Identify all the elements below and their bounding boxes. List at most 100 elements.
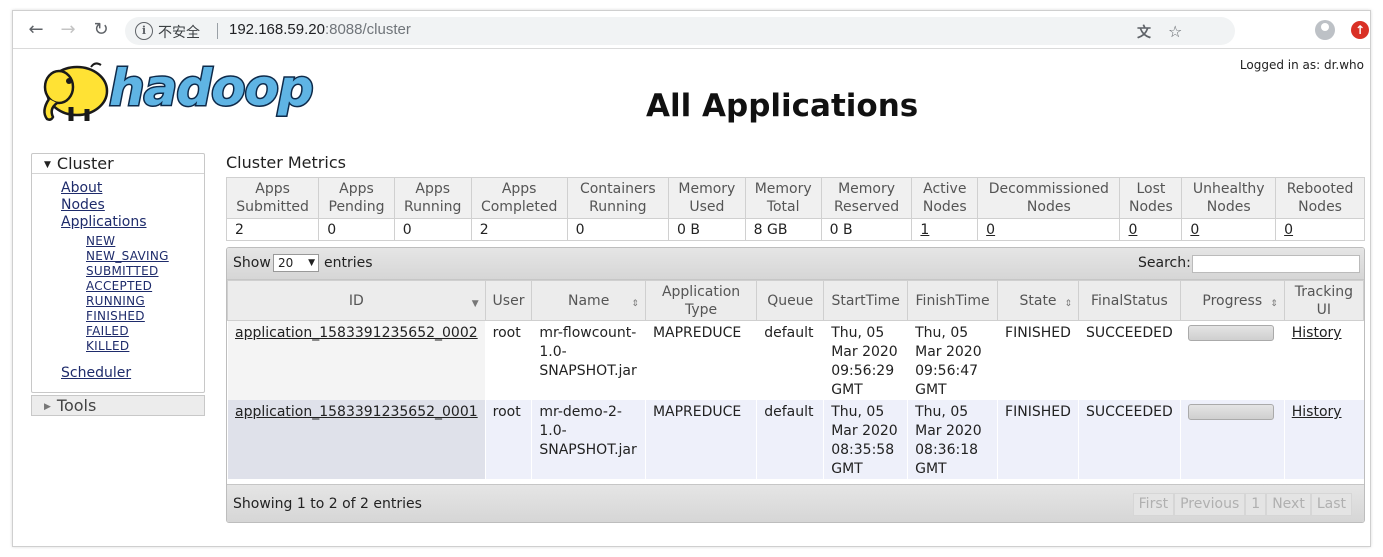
column-label: FinishTime: [915, 292, 990, 309]
update-icon[interactable]: ↑: [1351, 21, 1369, 39]
page-size-value: 20: [278, 256, 294, 270]
sidebar-link-applications[interactable]: Applications: [61, 214, 147, 231]
type-cell: MAPREDUCE: [644, 320, 757, 400]
column-label: StartTime: [831, 292, 900, 309]
rebooted-nodes-link[interactable]: 0: [1284, 222, 1293, 238]
reload-icon[interactable]: ↻: [90, 19, 112, 41]
metric-value: 0 B: [820, 218, 913, 241]
column-header-name[interactable]: Name ⇕: [531, 280, 646, 321]
separator: [217, 23, 218, 39]
state-link-new[interactable]: NEW: [86, 234, 169, 249]
column-header-type[interactable]: Application Type: [644, 280, 758, 321]
pager-previous[interactable]: Previous: [1174, 493, 1246, 516]
column-header-id[interactable]: ID ▼: [227, 280, 486, 321]
state-link-finished[interactable]: FINISHED: [86, 309, 169, 324]
active-nodes-link[interactable]: 1: [920, 222, 929, 238]
sort-icon: ⇕: [631, 299, 639, 309]
sort-desc-icon: ▼: [471, 299, 479, 309]
column-header-queue[interactable]: Queue: [756, 280, 825, 321]
column-header-starttime[interactable]: StartTime: [823, 280, 909, 321]
tracking-cell: History: [1283, 400, 1364, 479]
state-link-failed[interactable]: FAILED: [86, 324, 169, 339]
queue-cell: default: [756, 400, 824, 479]
app-id-link[interactable]: application_1583391235652_0001: [235, 404, 478, 420]
back-arrow-icon[interactable]: ←: [25, 19, 47, 41]
profile-avatar-icon[interactable]: [1315, 20, 1335, 40]
browser-window: ← → ↻ i 不安全 192.168.59.20:8088/cluster 文…: [12, 10, 1371, 547]
table-row: application_1583391235652_0002 root mr-f…: [227, 320, 1364, 400]
column-label: Application Type: [661, 283, 741, 318]
star-icon[interactable]: ☆: [1168, 22, 1182, 41]
column-label: Name: [568, 292, 610, 309]
column-label: User: [492, 292, 525, 309]
entries-label: entries: [324, 255, 373, 271]
name-cell: mr-flowcount-1.0-SNAPSHOT.jar: [531, 320, 646, 400]
metric-value: 0: [393, 218, 472, 241]
hadoop-logo: hadoop: [31, 55, 331, 135]
url-host: 192.168.59.20: [229, 21, 325, 38]
metric-header: Decommissioned Nodes: [977, 177, 1121, 219]
triangle-right-icon: ▶: [44, 402, 51, 412]
pager-page-1[interactable]: 1: [1245, 493, 1267, 516]
state-link-submitted[interactable]: SUBMITTED: [86, 264, 169, 279]
user-cell: root: [484, 400, 532, 479]
column-header-finalstatus[interactable]: FinalStatus: [1078, 280, 1181, 321]
metrics-title: Cluster Metrics: [226, 153, 346, 172]
lost-nodes-link[interactable]: 0: [1128, 222, 1137, 238]
table-row: application_1583391235652_0001 root mr-d…: [227, 400, 1364, 479]
cluster-toggle[interactable]: ▼ Cluster: [32, 154, 204, 174]
metric-value-cell: 0: [1181, 218, 1277, 241]
showing-entries: Showing 1 to 2 of 2 entries: [233, 496, 422, 512]
state-link-new-saving[interactable]: NEW_SAVING: [86, 249, 169, 264]
sidebar-link-nodes[interactable]: Nodes: [61, 197, 147, 214]
page-size-select[interactable]: 20 ▼: [273, 254, 319, 272]
metric-header: Unhealthy Nodes: [1181, 177, 1277, 219]
sort-icon: ⇕: [1064, 299, 1072, 309]
app-id-link[interactable]: application_1583391235652_0002: [235, 325, 478, 341]
column-header-state[interactable]: State ⇕: [997, 280, 1079, 321]
starttime-cell: Thu, 05 Mar 2020 09:56:29 GMT: [823, 320, 908, 400]
table-controls: Show 20 ▼ entries Search:: [227, 248, 1364, 280]
search-label: Search:: [1138, 255, 1191, 271]
queue-cell: default: [756, 320, 824, 400]
pagination: First Previous 1 Next Last: [1132, 493, 1352, 516]
metric-value-cell: 1: [911, 218, 979, 241]
cluster-label: Cluster: [56, 154, 114, 173]
column-label: Queue: [767, 292, 814, 309]
page-content: Logged in as: dr.who hadoop All Applicat…: [13, 49, 1370, 548]
history-link[interactable]: History: [1292, 404, 1342, 420]
state-link-accepted[interactable]: ACCEPTED: [86, 279, 169, 294]
user-cell: root: [484, 320, 532, 400]
column-header-user[interactable]: User: [484, 280, 533, 321]
metric-value: 8 GB: [744, 218, 822, 241]
column-header-progress[interactable]: Progress ⇕: [1179, 280, 1285, 321]
metric-header: Memory Reserved: [820, 177, 913, 219]
state-link-running[interactable]: RUNNING: [86, 294, 169, 309]
pager-last[interactable]: Last: [1310, 493, 1352, 516]
translate-icon[interactable]: 文: [1137, 22, 1151, 42]
pager-next[interactable]: Next: [1266, 493, 1311, 516]
metric-header: Active Nodes: [911, 177, 979, 219]
sidebar-link-scheduler[interactable]: Scheduler: [61, 365, 131, 381]
metric-header: Lost Nodes: [1119, 177, 1183, 219]
forward-arrow-icon[interactable]: →: [57, 19, 79, 41]
tools-toggle[interactable]: ▶ Tools: [31, 395, 205, 416]
state-link-killed[interactable]: KILLED: [86, 339, 169, 354]
show-label: Show: [233, 255, 271, 271]
unhealthy-nodes-link[interactable]: 0: [1190, 222, 1199, 238]
column-header-finishtime[interactable]: FinishTime: [907, 280, 999, 321]
sidebar-link-about[interactable]: About: [61, 180, 147, 197]
info-icon[interactable]: i: [135, 22, 153, 40]
progress-cell: [1179, 320, 1285, 400]
url-text[interactable]: 192.168.59.20:8088/cluster: [229, 21, 411, 38]
column-label: State: [1019, 292, 1057, 309]
metric-header: Apps Pending: [318, 177, 395, 219]
history-link[interactable]: History: [1292, 325, 1342, 341]
decommissioned-nodes-link[interactable]: 0: [986, 222, 995, 238]
column-header-tracking[interactable]: Tracking UI: [1283, 280, 1364, 321]
search-input[interactable]: [1192, 255, 1360, 273]
column-label: FinalStatus: [1090, 292, 1168, 309]
metric-header: Rebooted Nodes: [1275, 177, 1365, 219]
pager-first[interactable]: First: [1132, 493, 1175, 516]
address-bar[interactable]: i 不安全 192.168.59.20:8088/cluster 文 ☆: [125, 17, 1235, 45]
